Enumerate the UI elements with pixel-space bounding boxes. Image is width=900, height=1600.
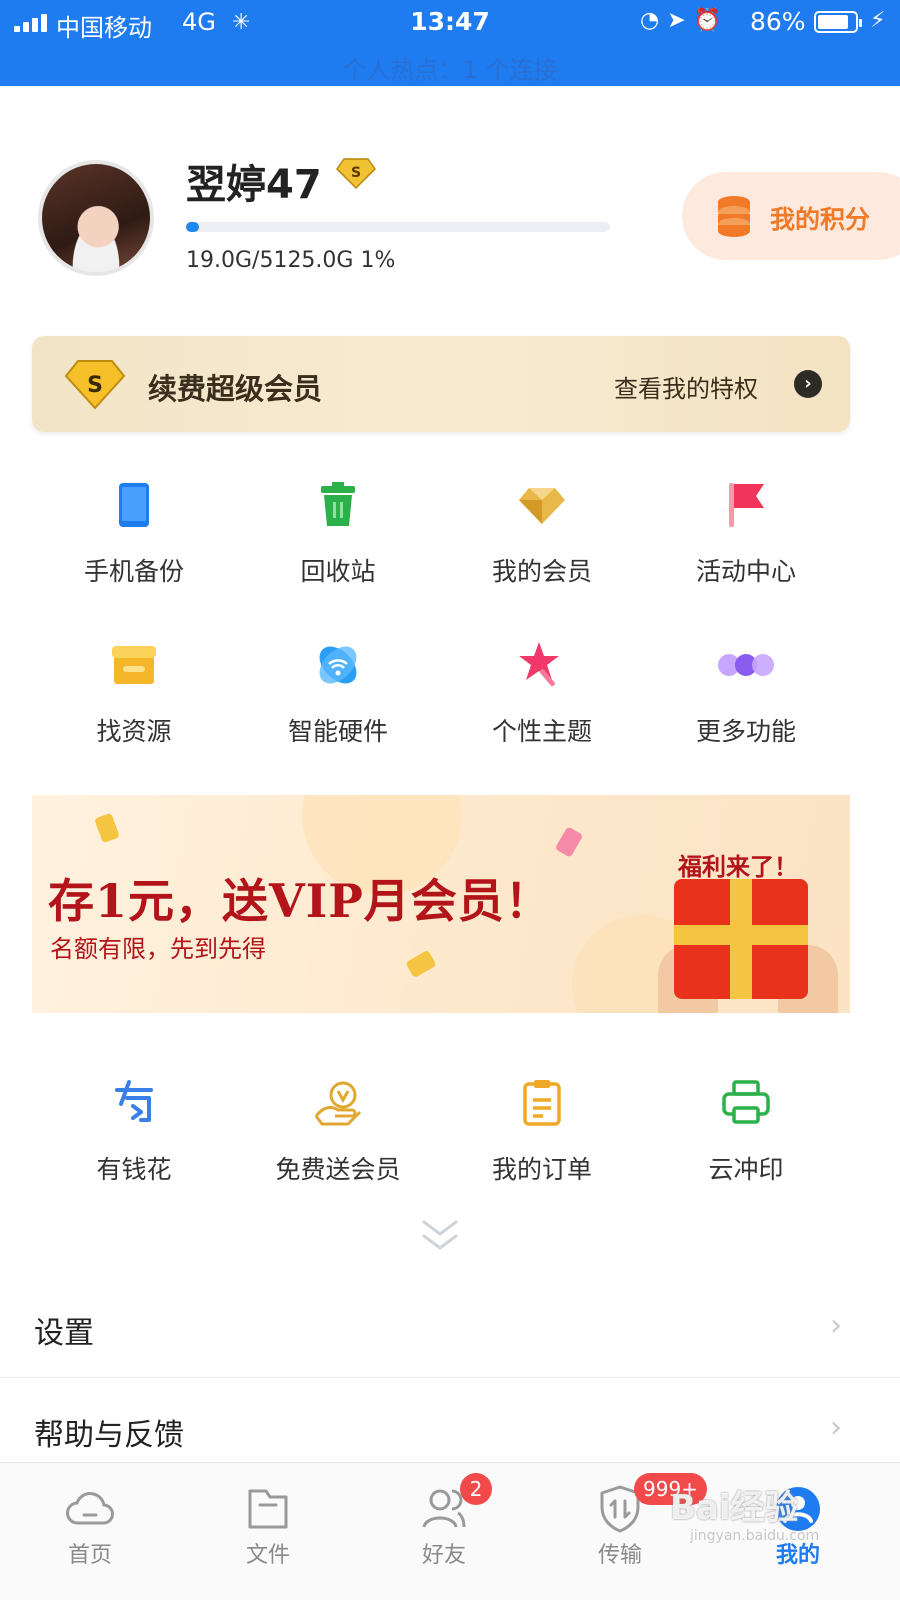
tab-home[interactable]: 首页 xyxy=(0,1463,180,1600)
storage-progress-bar xyxy=(186,222,610,232)
svg-text:S: S xyxy=(87,373,103,398)
battery-icon xyxy=(814,11,862,33)
super-vip-badge-icon: S xyxy=(336,158,376,190)
my-points-button[interactable]: 我的积分 xyxy=(682,172,900,260)
confetti-icon xyxy=(554,826,584,858)
tab-label: 好友 xyxy=(421,1543,466,1568)
super-vip-diamond-icon: S xyxy=(64,360,126,410)
alarm-icon: ⏰ xyxy=(693,8,730,33)
battery-percent: 86% xyxy=(750,7,806,36)
grid-label: 手机备份 xyxy=(83,557,184,586)
status-bar: 中国移动 4G ✳ 13:47 ◔➤⏰ 86% ⚡ 个人热点：1 个连接 xyxy=(0,0,900,86)
coin-stack-icon xyxy=(718,196,750,237)
chevron-right-icon: › xyxy=(830,1410,842,1445)
tab-label: 首页 xyxy=(67,1543,112,1568)
cloud-icon xyxy=(66,1492,114,1525)
grid-label: 智能硬件 xyxy=(287,717,388,746)
grid-label: 活动中心 xyxy=(695,557,796,586)
money-icon xyxy=(115,1080,153,1122)
expand-chevron-icon[interactable] xyxy=(420,1218,460,1254)
rotation-lock-icon: ◔ xyxy=(640,8,668,33)
wifi-icon xyxy=(319,646,357,684)
service-label: 免费送会员 xyxy=(275,1155,401,1184)
chevron-right-icon: › xyxy=(830,1308,842,1343)
tab-label: 文件 xyxy=(245,1543,290,1568)
charging-icon: ⚡ xyxy=(870,8,886,33)
friends-badge: 2 xyxy=(460,1473,492,1505)
phone-icon xyxy=(119,483,149,527)
view-privileges-link[interactable]: 查看我的特权 xyxy=(614,369,758,404)
hotspot-indicator[interactable]: 个人热点：1 个连接 xyxy=(0,50,900,85)
promo-title: 存1元，送VIP月会员！ xyxy=(48,874,552,928)
hand-coin-icon xyxy=(314,1081,362,1126)
trash-icon xyxy=(321,482,355,526)
clipboard-icon xyxy=(523,1080,561,1126)
avatar[interactable] xyxy=(38,160,154,276)
tab-label: 传输 xyxy=(597,1543,642,1568)
watermark-url: jingyan.baidu.com xyxy=(690,1528,820,1544)
diamond-icon xyxy=(519,488,565,524)
printer-icon xyxy=(722,1080,770,1124)
gift-box-icon xyxy=(674,879,808,999)
username: 翌婷47 xyxy=(186,162,322,208)
promo-banner[interactable]: 存1元，送VIP月会员！ 名额有限，先到先得 福利来了！ xyxy=(32,795,850,1013)
grid-label: 我的会员 xyxy=(491,557,592,586)
grid-label: 回收站 xyxy=(300,557,376,586)
star-wand-icon xyxy=(519,642,559,687)
watermark: Bai经验 xyxy=(670,1488,799,1528)
my-points-label: 我的积分 xyxy=(770,205,871,234)
promo-subtitle: 名额有限，先到先得 xyxy=(50,935,266,963)
folder-icon xyxy=(248,1489,288,1529)
tab-files[interactable]: 文件 xyxy=(178,1463,358,1600)
grid-label: 更多功能 xyxy=(695,717,796,746)
tab-friends[interactable]: 好友 2 xyxy=(354,1463,534,1600)
storage-usage: 19.0G/5125.0G 1% xyxy=(186,248,396,273)
location-icon: ➤ xyxy=(667,8,694,33)
service-label: 有钱花 xyxy=(96,1155,172,1184)
more-dots-icon xyxy=(718,654,774,676)
promo-tag: 福利来了！ xyxy=(678,853,798,881)
flag-icon xyxy=(729,483,764,527)
chevron-right-icon[interactable]: › xyxy=(794,370,822,398)
status-icons: ◔➤⏰ xyxy=(640,8,729,33)
confetti-icon xyxy=(94,812,120,844)
store-icon xyxy=(112,646,156,684)
service-label: 云冲印 xyxy=(708,1155,784,1184)
page: 中国移动 4G ✳ 13:47 ◔➤⏰ 86% ⚡ 个人热点：1 个连接 翌婷4… xyxy=(0,0,900,1600)
help-feedback-label: 帮助与反馈 xyxy=(34,1418,184,1453)
vip-title: 续费超级会员 xyxy=(148,372,323,406)
renew-super-vip-banner[interactable]: S 续费超级会员 查看我的特权 › xyxy=(32,336,850,432)
settings-label: 设置 xyxy=(34,1316,94,1351)
service-label: 我的订单 xyxy=(491,1155,592,1184)
grid-label: 找资源 xyxy=(96,717,172,746)
grid-label: 个性主题 xyxy=(491,717,592,746)
settings-row[interactable]: 设置 › xyxy=(0,1278,900,1378)
svg-text:S: S xyxy=(351,165,361,181)
confetti-icon xyxy=(405,949,437,979)
